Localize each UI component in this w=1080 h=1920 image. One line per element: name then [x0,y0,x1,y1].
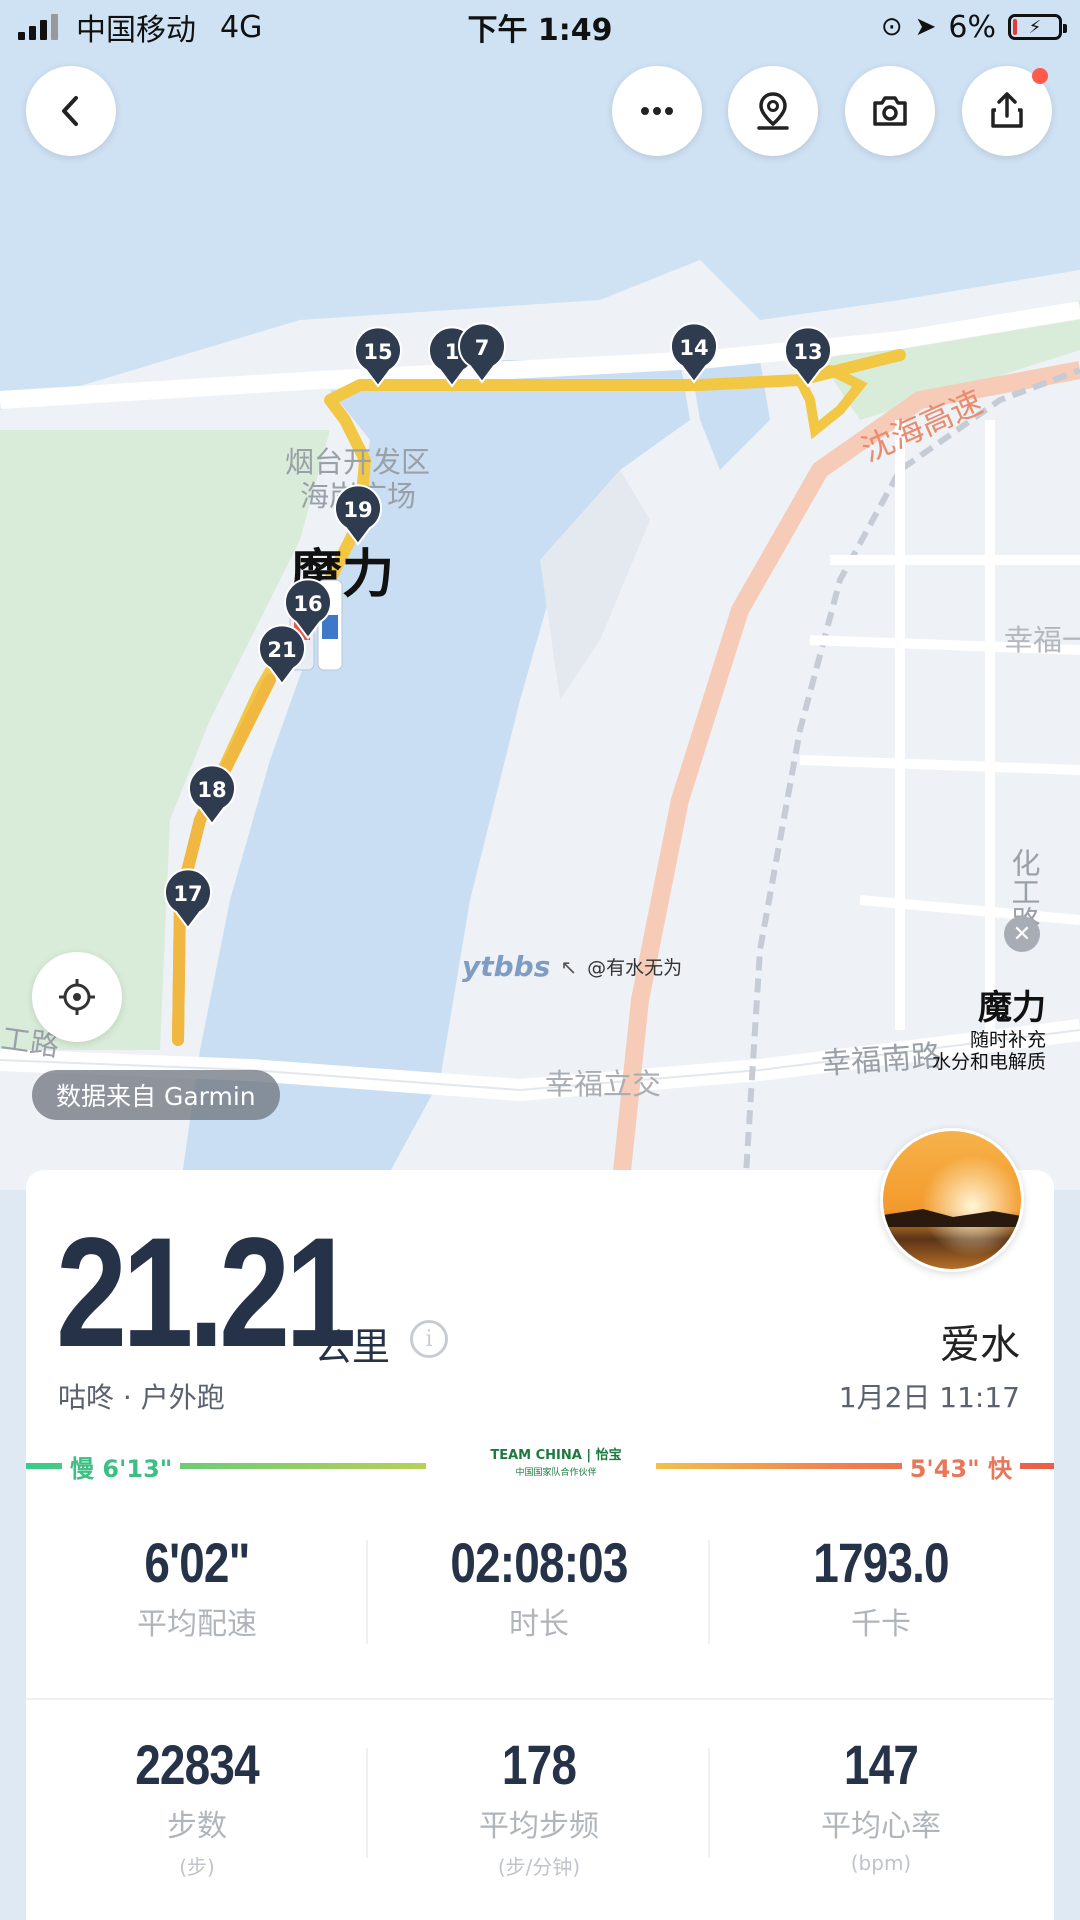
divider [708,1748,710,1858]
pace-fast-label: 5'43" 快 [901,1448,1020,1484]
share-button[interactable] [962,66,1052,156]
watermark: ytbbs ↖ @有水无为 [462,950,682,983]
username[interactable]: 爱水 [940,1312,1020,1370]
stat-label: 步数 [167,1809,227,1844]
stat-value: 1793.0 [813,1531,949,1594]
sunset-avatar-image [883,1131,1021,1269]
km-marker-label: 17 [173,882,202,906]
ad-line-1: 随时补充 [969,1029,1046,1051]
signal-icon [18,14,58,40]
activity-type: 咕咚 · 户外跑 [58,1381,225,1414]
map-label-interchange: 幸福立交 [545,1067,661,1101]
camera-button[interactable] [845,66,935,156]
more-dots-icon [641,107,673,115]
status-bar: 中国移动 4G 下午 1:49 ⊙ ➤ 6% ⚡ [0,0,1080,54]
divider [26,1698,1054,1700]
divider [708,1540,710,1644]
km-marker-label: 16 [293,592,322,616]
carrier-name: 中国移动 [76,13,196,48]
km-marker-label: 18 [197,778,226,802]
route-map[interactable]: 烟台开发区 海岸广场 魔力 沈海高速 幸福一 化工路 幸福南路 幸福立交 工路 … [0,0,1080,1190]
km-marker-label: 14 [679,336,708,360]
stat-avg-pace: 6'02" 平均配速 [26,1530,368,1643]
ad-close-button[interactable]: ✕ [1004,916,1040,952]
stat-calories: 1793.0 千卡 [710,1530,1052,1643]
divider [366,1748,368,1858]
stat-duration: 02:08:03 时长 [368,1530,710,1643]
avatar[interactable] [880,1128,1024,1272]
stat-label: 千卡 [851,1607,911,1642]
crosshair-icon [59,979,95,1015]
network-type: 4G [220,9,263,45]
chevron-left-icon [62,96,78,126]
camera-icon [873,96,907,126]
km-marker-label: 15 [363,340,392,364]
stat-value: 147 [843,1733,919,1796]
ad-line-2: 水分和电解质 [931,1051,1046,1073]
km-marker-label: 21 [267,638,296,662]
cursor-icon: ↖ [560,954,578,979]
pace-slow-label: 慢 6'13" [62,1448,181,1484]
stat-value: 178 [501,1733,577,1796]
ad-title: 魔力 [978,988,1046,1028]
stat-cadence: 178 平均步频 (步/分钟) [368,1732,710,1880]
team-china-logo: TEAM CHINA | 怡宝 中国国家队合作伙伴 [490,1448,622,1478]
watermark-logo: ytbbs [462,950,551,983]
stat-label: 平均步频 [479,1809,599,1844]
info-circle-icon[interactable]: i [410,1320,448,1358]
map-pin-icon [757,92,789,130]
km-marker-label: 19 [343,498,372,522]
stat-heart-rate: 147 平均心率 (bpm) [710,1732,1052,1875]
ad-banner[interactable]: 魔力 随时补充 水分和电解质 [932,980,1046,1073]
activity-datetime: 1月2日 11:17 [838,1381,1020,1414]
more-button[interactable] [612,66,702,156]
stat-label: 时长 [509,1607,569,1642]
share-icon [991,92,1023,128]
distance-value: 21.21 [56,1206,356,1380]
stat-label: 平均配速 [137,1607,257,1642]
stat-value: 6'02" [144,1531,250,1594]
battery-icon: ⚡ [1008,14,1067,40]
pace-scale: 慢 6'13" TEAM CHINA | 怡宝 中国国家队合作伙伴 5'43" … [26,1448,1054,1484]
stat-value: 02:08:03 [450,1531,628,1594]
stat-unit: (bpm) [850,1851,912,1875]
data-source-badge: 数据来自 Garmin [32,1070,280,1120]
map-label-district-1: 烟台开发区 [285,445,430,479]
locate-me-button[interactable] [32,952,122,1042]
orientation-lock-icon: ⊙ [880,12,903,42]
watermark-text: @有水无为 [587,957,683,979]
stat-unit: (步/分钟) [497,1855,581,1879]
battery-percent: 6% [948,9,996,45]
map-label-road-right: 幸福一 [1004,623,1080,657]
back-button[interactable] [26,66,116,156]
map-location-button[interactable] [728,66,818,156]
distance-unit: 公里 [314,1325,391,1369]
location-arrow-icon: ➤ [914,12,937,42]
stat-value: 22834 [135,1733,259,1796]
divider [366,1540,368,1644]
notification-dot [1032,68,1048,84]
close-icon: ✕ [1012,921,1032,947]
km-marker-label: 13 [793,340,822,364]
stat-unit: (步) [179,1855,215,1879]
stat-label: 平均心率 [821,1809,941,1844]
km-marker-label: 1 [445,340,460,364]
km-marker-label: 7 [475,336,490,360]
stat-steps: 22834 步数 (步) [26,1732,368,1880]
